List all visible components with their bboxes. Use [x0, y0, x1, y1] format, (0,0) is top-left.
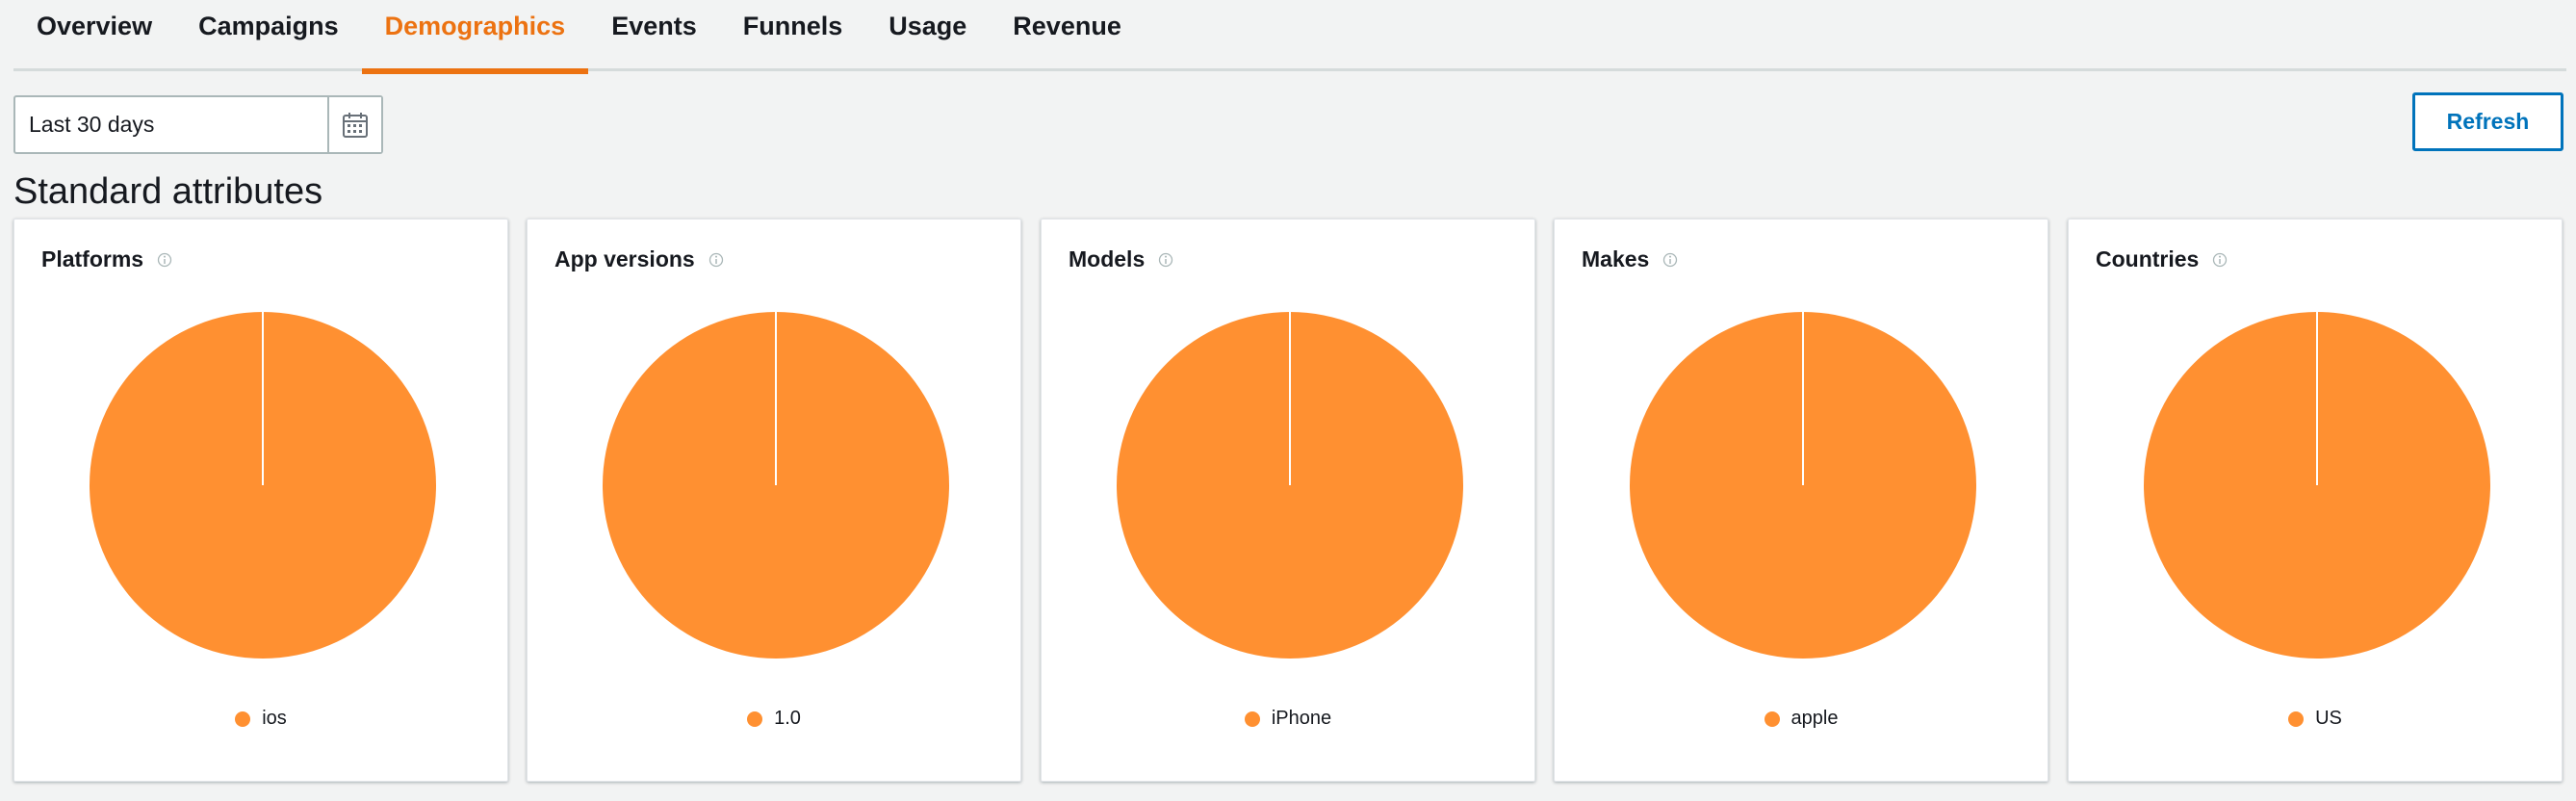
legend-label: iPhone	[1271, 708, 1332, 729]
pie-slices	[1630, 312, 1976, 659]
card-countries: Countries US	[2068, 219, 2563, 782]
info-icon[interactable]	[2212, 252, 2228, 268]
card-header: Models	[1069, 246, 1173, 272]
tab-usage[interactable]: Usage	[865, 0, 990, 71]
card-header: App versions	[554, 246, 724, 272]
legend-label: US	[2315, 708, 2342, 729]
date-range-input[interactable]	[15, 97, 327, 152]
pie-chart	[90, 312, 436, 659]
pie-slices	[90, 312, 436, 659]
info-icon[interactable]	[1662, 252, 1678, 268]
tab-events[interactable]: Events	[588, 0, 720, 71]
legend-label: 1.0	[774, 708, 801, 729]
section-title: Standard attributes	[13, 171, 323, 212]
tab-revenue[interactable]: Revenue	[990, 0, 1145, 71]
calendar-icon	[343, 112, 368, 138]
legend-swatch	[1244, 711, 1260, 727]
tab-bar: Overview Campaigns Demographics Events F…	[13, 0, 2566, 74]
info-icon[interactable]	[708, 252, 724, 268]
legend-item[interactable]: apple	[1555, 708, 2048, 730]
legend-label: ios	[262, 708, 287, 729]
card-title: App versions	[554, 246, 695, 271]
card-title: Makes	[1582, 246, 1650, 271]
legend-item[interactable]: iPhone	[1042, 708, 1534, 730]
card-platforms: Platforms ios	[13, 219, 508, 782]
card-header: Countries	[2096, 246, 2228, 272]
pie-chart	[2144, 312, 2490, 659]
card-header: Makes	[1582, 246, 1678, 272]
tab-overview[interactable]: Overview	[13, 0, 175, 71]
legend-swatch	[1764, 711, 1780, 727]
card-models: Models iPhone	[1041, 219, 1535, 782]
tab-campaigns[interactable]: Campaigns	[175, 0, 362, 71]
info-icon[interactable]	[1158, 252, 1173, 268]
legend-item[interactable]: ios	[14, 708, 507, 730]
card-title: Countries	[2096, 246, 2200, 271]
info-icon[interactable]	[157, 252, 172, 268]
date-range-picker	[13, 95, 383, 154]
legend-swatch	[747, 711, 763, 727]
legend-swatch	[2288, 711, 2305, 727]
pie-slices	[603, 312, 949, 659]
pie-slices	[2144, 312, 2490, 659]
legend-item[interactable]: 1.0	[528, 708, 1020, 730]
pie-chart	[1630, 312, 1976, 659]
tab-demographics[interactable]: Demographics	[361, 0, 589, 74]
pie-chart	[1117, 312, 1463, 659]
pie-slices	[1117, 312, 1463, 659]
card-title: Platforms	[41, 246, 144, 271]
card-header: Platforms	[41, 246, 172, 272]
tab-funnels[interactable]: Funnels	[720, 0, 866, 71]
card-app-versions: App versions 1.0	[527, 219, 1021, 782]
refresh-button[interactable]: Refresh	[2412, 92, 2563, 151]
card-makes: Makes apple	[1554, 219, 2048, 782]
pie-chart	[603, 312, 949, 659]
legend-item[interactable]: US	[2069, 708, 2562, 730]
legend-swatch	[235, 711, 251, 727]
calendar-button[interactable]	[327, 97, 381, 152]
legend-label: apple	[1790, 708, 1839, 729]
card-title: Models	[1069, 246, 1146, 271]
